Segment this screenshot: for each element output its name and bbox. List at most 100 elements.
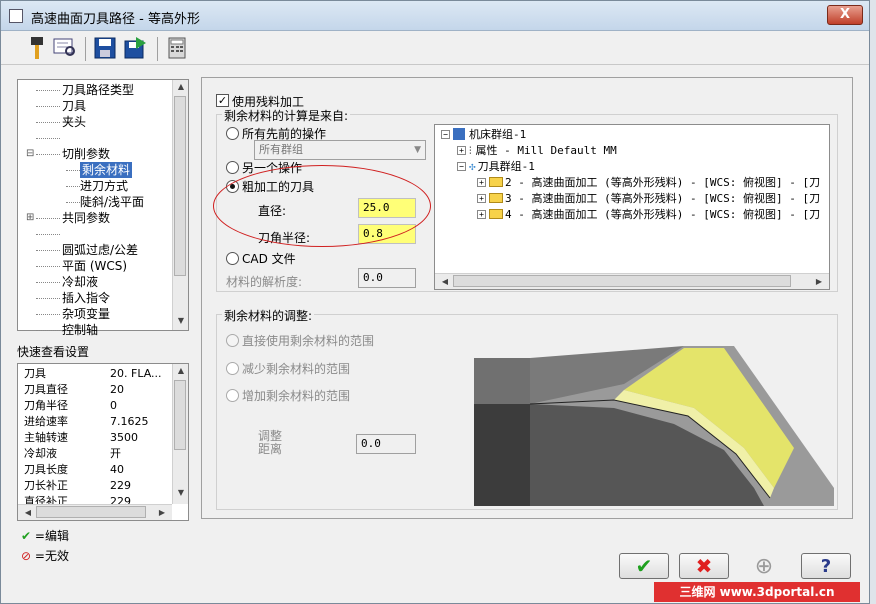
tree-item[interactable]: 平面 (WCS) — [62, 258, 127, 274]
machine-group-label: 机床群组-1 — [469, 128, 527, 141]
tree-vertical-scrollbar[interactable]: ▲ ▼ — [172, 80, 188, 330]
tree-expander-icon[interactable]: ⊞ — [26, 210, 34, 226]
scroll-up-icon[interactable]: ▲ — [173, 82, 189, 91]
tree-item[interactable]: 剩余材料 — [80, 162, 133, 178]
tree-item[interactable]: 圆弧过虑/公差 — [62, 242, 138, 258]
tree-connector — [36, 154, 60, 155]
quick-setting-value: 229 — [110, 479, 131, 492]
radio-other-operation[interactable] — [226, 161, 239, 174]
group-select-value: 所有群组 — [259, 143, 303, 156]
properties-icon: ⫶ — [469, 146, 472, 157]
operations-tree[interactable]: − 机床群组-1 + ⫶ 属性 - Mill Default MM − ✣ 刀具群组-1 … — [434, 124, 830, 290]
radio-increase[interactable] — [226, 389, 239, 402]
tool-select-button[interactable] — [23, 34, 51, 62]
scroll-down-icon[interactable]: ▼ — [173, 488, 189, 497]
preview-button[interactable] — [51, 34, 79, 62]
properties-label: 属性 - Mill Default MM — [475, 144, 617, 157]
tree-node-properties[interactable]: + ⫶ 属性 - Mill Default MM — [457, 143, 617, 159]
quick-setting-row: 刀具长度 40 — [24, 462, 124, 478]
operation-item[interactable]: +3 - 高速曲面加工 (等高外形残料) - [WCS: 俯视图] - [刀 — [477, 191, 820, 207]
scroll-thumb[interactable] — [174, 96, 186, 276]
radio-reduce[interactable] — [226, 362, 239, 375]
save-button[interactable] — [91, 34, 119, 62]
help-button[interactable]: ? — [801, 553, 851, 579]
tool-group-label: 刀具群组-1 — [477, 160, 535, 173]
tree-connector — [36, 234, 60, 235]
expand-icon: + — [477, 194, 486, 203]
scroll-up-icon[interactable]: ▲ — [173, 366, 189, 375]
tree-node-machine-group[interactable]: − 机床群组-1 — [441, 127, 526, 143]
dialog-window: 高速曲面刀具路径 - 等高外形 X 刀具路径类型 刀具 夹头 ⊟ 切削参数 剩余材料 进刀方… — [0, 0, 870, 604]
tree-item[interactable]: 插入指令 — [62, 290, 110, 306]
rest-material-illustration — [474, 346, 834, 506]
tree-item[interactable]: 夹头 — [62, 114, 86, 130]
quick-setting-value: 开 — [110, 447, 121, 460]
operation-item[interactable]: +2 - 高速曲面加工 (等高外形残料) - [WCS: 俯视图] - [刀 — [477, 175, 820, 191]
tree-connector — [36, 314, 60, 315]
qs-vertical-scrollbar[interactable]: ▲ ▼ — [172, 364, 188, 504]
expand-icon: + — [457, 146, 466, 155]
operation-item[interactable]: +4 - 高速曲面加工 (等高外形残料) - [WCS: 俯视图] - [刀 — [477, 207, 820, 223]
folder-icon — [489, 177, 503, 187]
resolution-input[interactable]: 0.0 — [358, 268, 416, 288]
close-button[interactable]: X — [827, 5, 863, 25]
title-bar: 高速曲面刀具路径 - 等高外形 X — [1, 1, 869, 31]
qs-horizontal-scrollbar[interactable]: ◀ ▶ — [18, 504, 172, 520]
toolbar-separator — [85, 37, 86, 61]
tree-item[interactable]: 刀具 — [62, 98, 86, 114]
invalid-icon: ⊘ — [21, 549, 32, 563]
ok-button[interactable]: ✔ — [619, 553, 669, 579]
source-heading: 剩余材料的计算是来自: — [222, 107, 351, 124]
quick-setting-row: 刀具 20. FLA... — [24, 366, 162, 382]
toolbar-separator — [157, 37, 158, 61]
expand-icon: + — [477, 210, 486, 219]
tree-connector — [66, 202, 80, 203]
watermark: 三维网 www.3dportal.cn — [654, 582, 860, 602]
radio-direct[interactable] — [226, 334, 239, 347]
scroll-left-icon[interactable]: ◀ — [437, 277, 453, 286]
tree-item[interactable]: 进刀方式 — [80, 178, 128, 194]
tree-item[interactable]: 控制轴 — [62, 322, 98, 338]
scroll-thumb[interactable] — [36, 506, 146, 518]
tree-item[interactable]: 共同参数 — [62, 210, 110, 226]
window-icon — [9, 9, 23, 23]
scroll-right-icon[interactable]: ▶ — [811, 277, 827, 286]
quick-setting-key: 进给速率 — [24, 415, 68, 428]
load-icon — [124, 37, 146, 59]
radio-all-previous[interactable] — [226, 127, 239, 140]
quick-setting-row: 冷却液 开 — [24, 446, 121, 462]
ops-horizontal-scrollbar[interactable]: ◀ ▶ — [435, 273, 829, 289]
scroll-left-icon[interactable]: ◀ — [20, 508, 36, 517]
parameter-tree[interactable]: 刀具路径类型 刀具 夹头 ⊟ 切削参数 剩余材料 进刀方式 陡斜/浅平面 ⊞ 共同参数圆弧过虑/公… — [17, 79, 189, 337]
operation-label: 4 - 高速曲面加工 (等高外形残料) - [WCS: 俯视图] - [刀 — [505, 208, 821, 221]
distance-input[interactable]: 0.0 — [356, 434, 416, 454]
group-select[interactable]: 所有群组 ▼ — [254, 140, 426, 160]
tree-item[interactable]: 冷却液 — [62, 274, 98, 290]
distance-label: 调整 距离 — [258, 430, 282, 456]
quick-settings-label: 快速查看设置 — [17, 345, 90, 359]
preview-icon — [53, 38, 75, 56]
tree-item[interactable]: 刀具路径类型 — [62, 82, 134, 98]
scroll-down-icon[interactable]: ▼ — [173, 316, 189, 325]
scroll-thumb[interactable] — [174, 380, 186, 450]
tree-item[interactable]: 杂项变量 — [62, 306, 110, 322]
quick-setting-row: 主轴转速 3500 — [24, 430, 138, 446]
tree-connector — [36, 122, 60, 123]
add-button[interactable]: ⊕ — [739, 553, 789, 579]
use-rest-checkbox[interactable]: ✓ — [216, 94, 229, 107]
scroll-right-icon[interactable]: ▶ — [154, 508, 170, 517]
quick-setting-row: 刀长补正 229 — [24, 478, 131, 494]
rest-material-panel: ✓ 使用残料加工 剩余材料的计算是来自: 所有先前的操作 所有群组 ▼ 另一个操… — [201, 77, 853, 519]
scroll-thumb[interactable] — [453, 275, 791, 287]
cancel-button[interactable]: ✖ — [679, 553, 729, 579]
load-button[interactable] — [121, 34, 149, 62]
tree-item[interactable]: 切削参数 — [62, 146, 110, 162]
tree-node-tool-group[interactable]: − ✣ 刀具群组-1 — [457, 159, 535, 175]
radio-cad-file[interactable] — [226, 252, 239, 265]
expand-icon: + — [477, 178, 486, 187]
calculator-button[interactable] — [163, 34, 191, 62]
folder-icon — [489, 193, 503, 203]
tree-expander-icon[interactable]: ⊟ — [26, 146, 34, 162]
quick-setting-key: 刀具长度 — [24, 463, 68, 476]
tree-item[interactable]: 陡斜/浅平面 — [80, 194, 144, 210]
